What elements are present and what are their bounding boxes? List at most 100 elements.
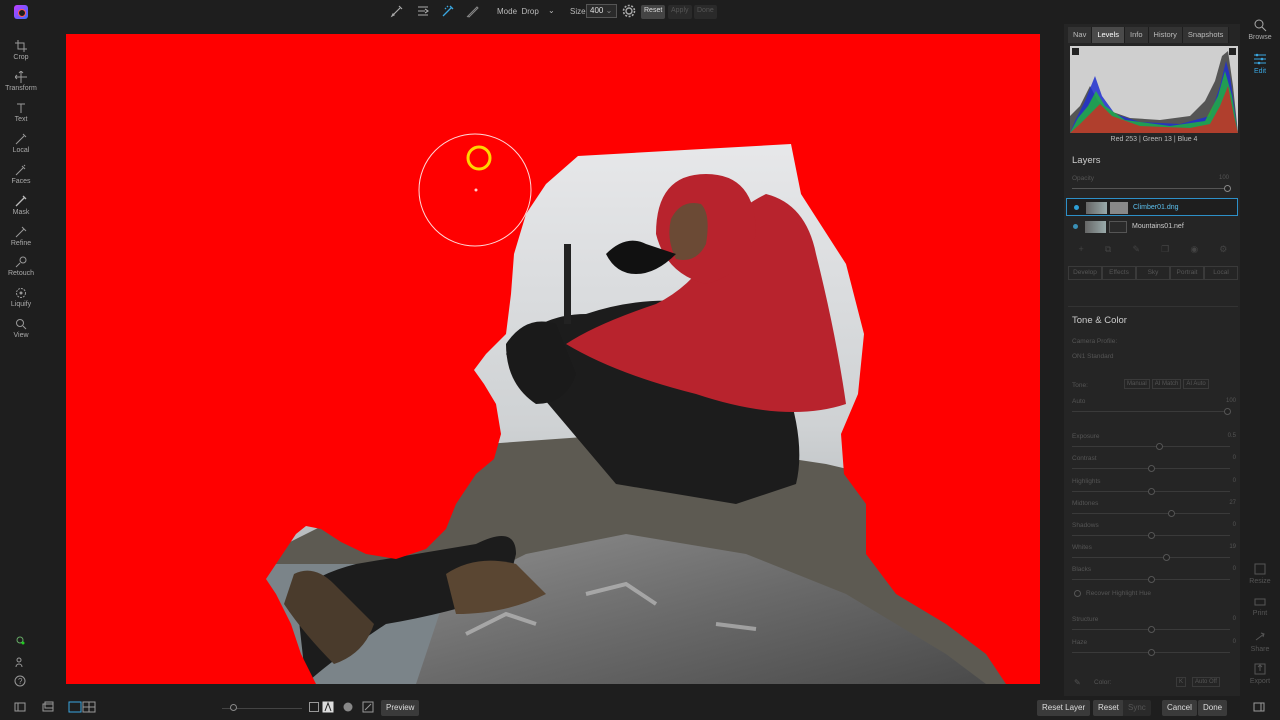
visibility-dot-icon[interactable] [1074, 205, 1079, 210]
slider-knob[interactable] [1148, 532, 1155, 539]
slider-knob[interactable] [1148, 576, 1155, 583]
text-icon [17, 103, 25, 113]
mask-view-icon[interactable] [308, 701, 320, 713]
tool-transform[interactable]: Transform [0, 71, 42, 92]
slider-knob[interactable] [1148, 649, 1155, 656]
camera-profile-value[interactable]: ON1 Standard [1072, 353, 1114, 360]
slider-knob[interactable] [1148, 488, 1155, 495]
tool-crop[interactable]: Crop [0, 40, 42, 61]
layer-tools: + ⧉ ✎ ❐ ◉ ⚙ [1068, 244, 1238, 258]
auto-off-button[interactable]: Auto Off [1192, 677, 1220, 687]
tag-icon[interactable] [14, 634, 28, 646]
slider-track[interactable] [1072, 513, 1230, 514]
stack-icon[interactable]: ◉ [1190, 244, 1198, 258]
slider-value: 0 [1232, 639, 1236, 645]
tab-sky[interactable]: Sky [1136, 266, 1170, 280]
zoom-slider-knob[interactable] [230, 704, 237, 711]
tool-text[interactable]: Text [0, 102, 42, 123]
tool-liquify[interactable]: Liquify [0, 287, 42, 308]
people-icon[interactable] [14, 656, 28, 668]
sync-button[interactable]: Sync [1123, 700, 1151, 716]
print-module[interactable]: Print [1240, 594, 1280, 617]
tool-retouch[interactable]: Retouch [0, 256, 42, 277]
tab-effects[interactable]: Effects [1102, 266, 1136, 280]
tool-refine[interactable]: Refine [0, 226, 42, 247]
slider-knob[interactable] [1224, 408, 1231, 415]
reset-button[interactable]: Reset [1093, 700, 1124, 716]
mode-value[interactable]: Drop [521, 7, 538, 16]
done-tool-button[interactable]: Done [694, 5, 717, 19]
opacity-slider-knob[interactable] [1224, 185, 1231, 192]
panel-toggle-icon[interactable] [14, 701, 26, 713]
duplicate-layer-icon[interactable]: ❐ [1161, 244, 1169, 258]
slider-track[interactable] [1072, 446, 1230, 447]
overlay-view-icon[interactable] [322, 701, 334, 713]
slider-knob[interactable] [1148, 465, 1155, 472]
gear-icon[interactable] [622, 4, 636, 18]
slider-knob[interactable] [1155, 443, 1163, 450]
manual-button[interactable]: Manual [1124, 379, 1150, 389]
slider-knob[interactable] [1148, 626, 1155, 633]
brush-layer-icon[interactable]: ✎ [1132, 244, 1140, 258]
tab-local[interactable]: Local [1204, 266, 1238, 280]
add-layer-icon[interactable]: + [1079, 244, 1084, 258]
preview-button[interactable]: Preview [381, 700, 420, 716]
tone-color-title: Tone & Color [1072, 315, 1127, 326]
pen-icon[interactable] [466, 4, 480, 18]
slider-knob[interactable] [1163, 554, 1171, 561]
browse-module[interactable]: Browse [1240, 18, 1280, 41]
help-icon[interactable]: ? [14, 675, 28, 687]
slider-knob[interactable] [1167, 510, 1175, 517]
compare-view-icon[interactable] [68, 701, 96, 713]
tab-snapshots[interactable]: Snapshots [1182, 27, 1230, 43]
filmstrip-icon[interactable] [42, 701, 54, 713]
size-input[interactable]: 400 ⌄ [586, 4, 617, 18]
ai-match-button[interactable]: AI Match [1151, 379, 1182, 389]
recover-highlight-label[interactable]: Recover Highlight Hue [1086, 590, 1151, 597]
right-panel-toggle-icon[interactable] [1253, 701, 1265, 713]
transparency-view-icon[interactable] [362, 701, 374, 713]
layer-row-climber[interactable]: Climber01.dng [1066, 198, 1238, 216]
copy-layer-icon[interactable]: ⧉ [1105, 244, 1111, 258]
blur-icon[interactable] [441, 4, 455, 18]
chevron-down-icon[interactable]: ⌄ [548, 6, 555, 15]
tab-levels[interactable]: Levels [1092, 27, 1126, 43]
chisel-icon[interactable] [416, 4, 430, 18]
done-button[interactable]: Done [1198, 700, 1228, 716]
ai-auto-button[interactable]: AI Auto [1183, 379, 1209, 389]
tab-info[interactable]: Info [1125, 27, 1149, 43]
recover-highlight-checkbox[interactable] [1074, 590, 1081, 597]
reset-tool-button[interactable]: Reset [641, 5, 666, 19]
mask-icon [15, 195, 27, 207]
slider-track[interactable] [1072, 557, 1230, 558]
circle-view-icon[interactable] [342, 701, 354, 713]
tab-portrait[interactable]: Portrait [1170, 266, 1204, 280]
tab-history[interactable]: History [1148, 27, 1183, 43]
resize-module[interactable]: Resize [1240, 562, 1280, 585]
right-panel: Nav Levels Info History Snapshots Red 25… [1064, 24, 1240, 696]
visibility-dot-icon[interactable] [1073, 224, 1078, 229]
eyedropper-icon[interactable]: ✎ [1074, 678, 1081, 687]
share-module[interactable]: Share [1240, 630, 1280, 653]
top-toolbar: Mode Drop ⌄ Size 400 ⌄ Reset Apply Done [0, 0, 1280, 24]
tool-mask[interactable]: Mask [0, 195, 42, 216]
tool-view[interactable]: View [0, 318, 42, 339]
slider-value: 0 [1232, 478, 1236, 484]
tab-develop[interactable]: Develop [1068, 266, 1102, 280]
export-module[interactable]: Export [1240, 662, 1280, 685]
reset-layer-button[interactable]: Reset Layer [1037, 700, 1091, 716]
k-button[interactable]: K [1176, 677, 1187, 687]
cancel-button[interactable]: Cancel [1162, 700, 1197, 716]
tab-nav[interactable]: Nav [1068, 27, 1093, 43]
apply-button[interactable]: Apply [668, 5, 692, 19]
opacity-slider[interactable] [1072, 188, 1230, 189]
slider-value: 0 [1232, 522, 1236, 528]
brush-perfect-icon[interactable] [390, 4, 404, 18]
image-canvas[interactable] [66, 34, 1040, 684]
tool-local[interactable]: Local [0, 133, 42, 154]
slider-track[interactable] [1072, 411, 1230, 412]
layer-settings-icon[interactable]: ⚙ [1219, 244, 1227, 258]
edit-module[interactable]: Edit [1240, 52, 1280, 75]
layer-row-mountains[interactable]: Mountains01.nef [1066, 218, 1238, 236]
tool-faces[interactable]: Faces [0, 164, 42, 185]
